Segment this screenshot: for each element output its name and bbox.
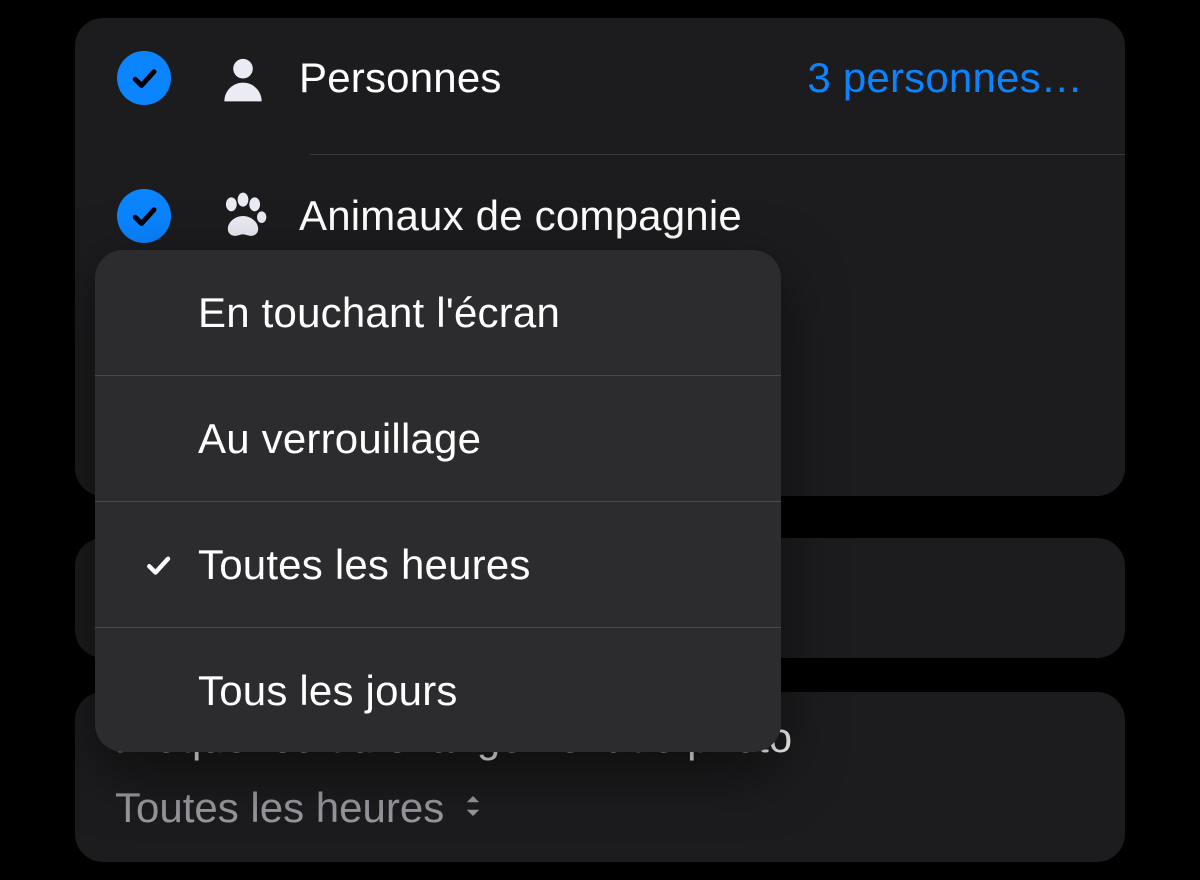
frequency-option-tap[interactable]: En touchant l'écran (95, 250, 781, 375)
checkmark-icon[interactable] (117, 189, 171, 243)
frequency-option-lock[interactable]: Au verrouillage (95, 376, 781, 501)
paw-icon (215, 188, 271, 244)
filter-row-personnes[interactable]: Personnes 3 personnes… (75, 18, 1125, 138)
frequency-option-hourly[interactable]: Toutes les heures (95, 502, 781, 627)
filter-personnes-value[interactable]: 3 personnes… (807, 54, 1083, 102)
frequency-selector[interactable]: Toutes les heures (115, 784, 1085, 832)
frequency-option-label: Tous les jours (198, 667, 458, 715)
filter-personnes-label: Personnes (299, 54, 807, 102)
chevron-up-down-icon (458, 791, 488, 826)
row-separator (310, 154, 1125, 155)
frequency-option-daily[interactable]: Tous les jours (95, 628, 781, 752)
checkmark-icon (140, 547, 176, 583)
frequency-option-label: En touchant l'écran (198, 289, 560, 337)
checkmark-icon[interactable] (117, 51, 171, 105)
filter-animaux-label: Animaux de compagnie (299, 192, 1083, 240)
frequency-option-label: Toutes les heures (198, 541, 531, 589)
person-icon (215, 50, 271, 106)
frequency-value: Toutes les heures (115, 784, 444, 832)
frequency-popup: En touchant l'écran Au verrouillage Tout… (95, 250, 781, 752)
frequency-option-label: Au verrouillage (198, 415, 481, 463)
